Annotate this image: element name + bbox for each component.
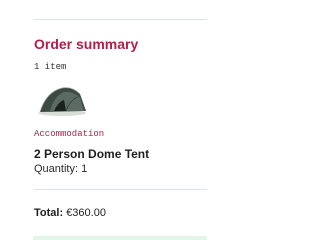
item-category: Accommodation bbox=[34, 129, 105, 139]
total-divider bbox=[34, 189, 207, 190]
total-value: €360.00 bbox=[66, 207, 106, 219]
tent-product-image bbox=[36, 80, 88, 118]
quantity-value: 1 bbox=[81, 163, 88, 175]
tent-icon bbox=[38, 87, 86, 116]
quantity-label: Quantity: bbox=[34, 163, 79, 175]
top-divider bbox=[34, 19, 207, 20]
item-quantity: Quantity: 1 bbox=[34, 163, 87, 175]
total-label: Total: bbox=[34, 207, 64, 219]
checkout-button[interactable] bbox=[33, 236, 207, 240]
product-name: 2 Person Dome Tent bbox=[34, 147, 150, 161]
item-count: 1 item bbox=[34, 62, 67, 72]
order-summary-panel: Order summary 1 item Accommodation 2 Per… bbox=[0, 0, 240, 240]
order-summary-title: Order summary bbox=[34, 36, 139, 52]
order-total: Total: €360.00 bbox=[34, 207, 106, 219]
